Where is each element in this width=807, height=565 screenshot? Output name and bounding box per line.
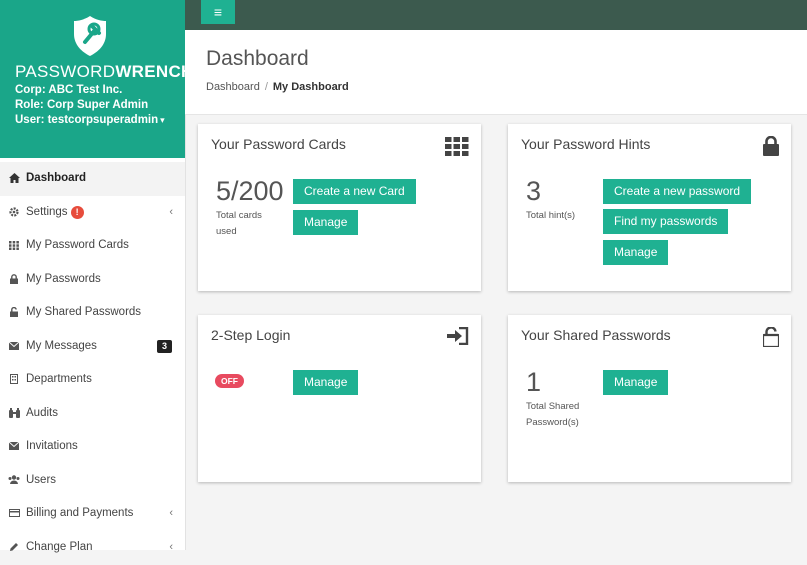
sidebar-item-billing-and-payments[interactable]: Billing and Payments ‹ [0, 497, 185, 531]
lock-icon [755, 136, 779, 158]
sign-in-icon [445, 327, 469, 349]
password-cards-card: Your Password Cards 5/200 Total cards us… [198, 124, 481, 291]
shared-caption: Total Shared Password(s) [526, 399, 579, 431]
cards-used-count: 5/200 [216, 176, 284, 206]
manage-cards-button[interactable]: Manage [293, 210, 359, 235]
building-icon [8, 363, 20, 397]
chevron-left-icon: ‹ [169, 205, 173, 218]
binoculars-icon [8, 397, 20, 431]
shared-passwords-card: Your Shared Passwords 1 Total Shared Pas… [508, 315, 791, 482]
menu-toggle-button[interactable]: ≡ [201, 0, 235, 24]
sidebar-item-change-plan[interactable]: Change Plan ‹ [0, 531, 185, 565]
shield-wrench-logo-icon [70, 12, 110, 58]
chevron-left-icon: ‹ [169, 540, 173, 553]
brand-name-light: PASSWORD [15, 62, 116, 81]
sidebar-item-audits[interactable]: Audits [0, 397, 185, 431]
find-my-passwords-button[interactable]: Find my passwords [603, 209, 729, 234]
sidebar: PASSWORDWRENCH Corp: ABC Test Inc. Role:… [0, 0, 193, 553]
hamburger-icon: ≡ [213, 4, 223, 20]
manage-two-step-button[interactable]: Manage [293, 370, 359, 395]
sidebar-item-settings[interactable]: Settings! ‹ [0, 196, 185, 230]
grid-icon [8, 229, 20, 263]
sidebar-item-users[interactable]: Users [0, 464, 185, 498]
sidebar-item-my-passwords[interactable]: My Passwords [0, 263, 185, 297]
chevron-left-icon: ‹ [169, 507, 173, 519]
role-label: Role: Corp Super Admin [15, 99, 149, 111]
sidebar-item-label: Settings [26, 205, 68, 218]
envelope-icon [8, 330, 20, 364]
breadcrumb: Dashboard / My Dashboard [206, 81, 349, 93]
brand-name: PASSWORDWRENCH [15, 62, 194, 82]
pencil-icon [8, 531, 20, 565]
sidebar-item-label: Billing and Payments [26, 507, 134, 519]
settings-alert-badge: ! [70, 205, 84, 219]
sidebar-nav: Dashboard Settings! ‹ My Password Cards … [0, 162, 185, 564]
breadcrumb-current: My Dashboard [272, 81, 349, 93]
breadcrumb-separator: / [264, 81, 268, 93]
brand-panel: PASSWORDWRENCH Corp: ABC Test Inc. Role:… [0, 0, 193, 158]
user-caret-icon: ▾ [160, 115, 165, 125]
hints-caption: Total hint(s) [526, 210, 576, 221]
manage-hints-button[interactable]: Manage [603, 240, 669, 265]
shared-count: 1 [526, 367, 542, 397]
user-label: User: testcorpsuperadmin [15, 114, 159, 126]
create-new-password-button[interactable]: Create a new password [603, 179, 752, 204]
sidebar-item-label: Users [26, 473, 57, 486]
sidebar-item-dashboard[interactable]: Dashboard [0, 162, 185, 196]
users-icon [8, 464, 20, 498]
page-title: Dashboard [206, 47, 309, 70]
two-step-status-badge: OFF [215, 374, 244, 388]
create-new-card-button[interactable]: Create a new Card [293, 179, 416, 204]
sidebar-item-label: Change Plan [26, 540, 93, 553]
sidebar-item-departments[interactable]: Departments [0, 363, 185, 397]
sidebar-item-label: My Shared Passwords [26, 306, 142, 318]
home-icon [8, 162, 20, 196]
sidebar-item-my-password-cards[interactable]: My Password Cards [0, 229, 185, 263]
envelope-icon [8, 430, 20, 464]
two-step-login-card: 2-Step Login OFF Manage [198, 315, 481, 482]
caption-line: used [216, 226, 237, 237]
sidebar-item-invitations[interactable]: Invitations [0, 430, 185, 464]
grid-icon [445, 136, 469, 158]
caption-line: Total cards [216, 210, 262, 221]
caption-line: Password(s) [526, 417, 579, 428]
sidebar-item-label: Audits [26, 406, 58, 419]
sidebar-item-my-shared-passwords[interactable]: My Shared Passwords [0, 296, 185, 330]
card-title: Your Password Cards [211, 136, 346, 152]
sidebar-item-label: My Password Cards [26, 239, 129, 251]
unlock-icon [755, 327, 779, 349]
sidebar-item-label: Departments [26, 373, 92, 385]
corp-label: Corp: ABC Test Inc. [15, 84, 123, 96]
page-header: Dashboard Dashboard / My Dashboard [185, 30, 807, 115]
caption-line: Total Shared [526, 401, 580, 412]
sidebar-item-label: Invitations [26, 440, 78, 452]
user-menu[interactable]: User: testcorpsuperadmin ▾ [15, 114, 165, 126]
credit-card-icon [8, 497, 20, 531]
messages-count-badge: 3 [156, 339, 172, 353]
gear-icon [8, 196, 20, 230]
top-bar: ≡ [185, 0, 807, 30]
sidebar-item-label: My Messages [26, 339, 97, 352]
card-title: 2-Step Login [211, 327, 291, 343]
sidebar-item-label: Dashboard [26, 172, 87, 184]
card-title: Your Shared Passwords [521, 327, 671, 343]
lock-icon [8, 263, 20, 297]
hints-count: 3 [526, 176, 542, 206]
sidebar-item-my-messages[interactable]: My Messages 3 [0, 330, 185, 364]
sidebar-item-label: My Passwords [26, 272, 101, 285]
password-hints-card: Your Password Hints 3 Total hint(s) Crea… [508, 124, 791, 291]
card-title: Your Password Hints [521, 136, 651, 152]
manage-shared-button[interactable]: Manage [603, 370, 669, 395]
breadcrumb-root-link[interactable]: Dashboard [206, 81, 260, 93]
brand-name-bold: WRENCH [115, 62, 194, 81]
cards-used-caption: Total cards used [216, 208, 262, 240]
unlock-icon [8, 296, 20, 330]
